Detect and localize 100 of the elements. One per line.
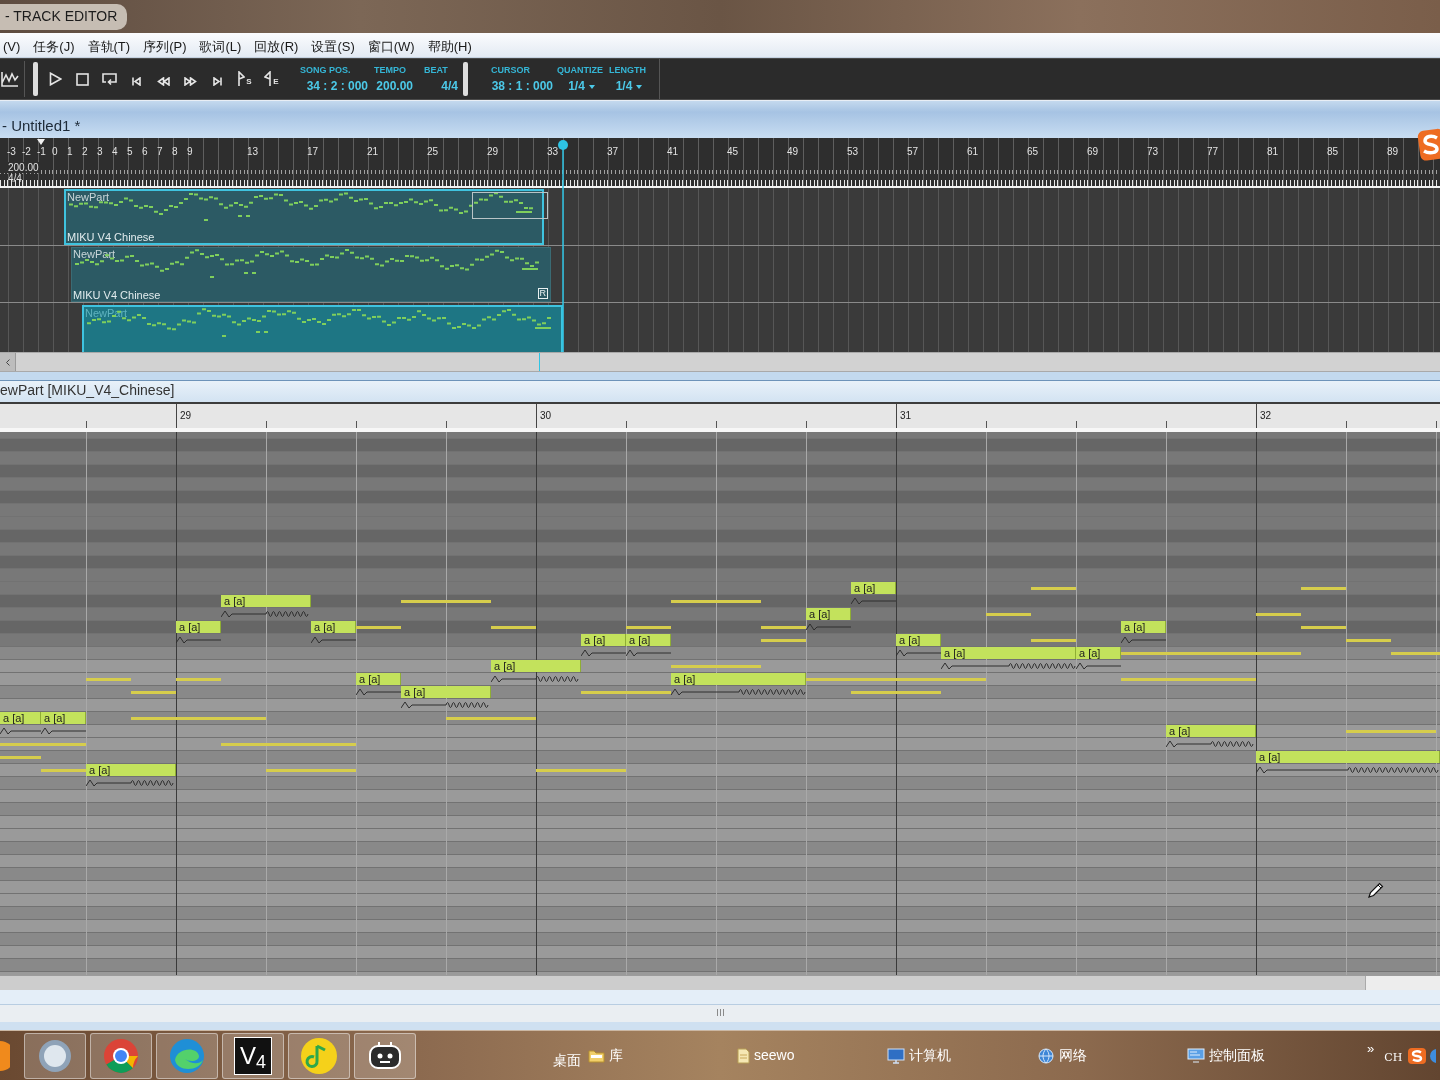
grip-handle[interactable] [463,62,468,96]
note-block[interactable]: a [a] [581,634,626,646]
menu-item[interactable]: 任务(J) [33,38,75,55]
note-block[interactable]: a [a] [41,712,86,724]
part-name: NewPart [85,307,128,319]
menu-item[interactable]: 窗口(W) [367,38,415,55]
grip-icon [716,1009,724,1016]
document-icon [737,1047,750,1064]
bar-number: 5 [127,146,133,157]
measure-number: 29 [180,410,192,421]
play-icon [49,72,62,86]
bar-number: 8 [172,146,178,157]
note-block[interactable]: a [a] [1166,725,1256,737]
language-indicator[interactable]: CH [1384,1050,1403,1067]
music-note-icon [300,1036,338,1075]
bar-number: 0 [52,146,58,157]
bar-number: 6 [142,146,148,157]
note-block[interactable]: a [a] [86,764,176,776]
bar-number: 25 [427,146,439,157]
fast-forward-icon [184,77,197,86]
note-block[interactable]: a [a] [671,673,806,685]
taskbar-button[interactable] [354,1032,416,1079]
note-block[interactable]: a [a] [221,595,311,607]
taskbar-link[interactable]: 桌面 [553,1050,581,1071]
start-marker-button[interactable]: S [231,66,258,92]
bar-number: -3 [7,146,16,157]
menu-item[interactable]: 歌词(L) [199,38,242,55]
note-block[interactable]: a [a] [176,621,221,633]
playhead[interactable] [557,139,569,352]
bar-number: 29 [487,146,499,157]
end-marker-button[interactable]: E [258,66,285,92]
menu-item[interactable]: 帮助(H) [427,38,472,55]
flag-icon [237,71,246,86]
part-block[interactable]: NewPart MIKU V4 Chinese [64,189,544,245]
taskbar-link[interactable]: 控制面板 [1187,1045,1265,1066]
editor-title: ewPart [MIKU_V4_Chinese] [0,382,175,399]
ghost-note-line [41,769,86,772]
dropdown[interactable]: 1/4 [568,80,595,93]
note-block[interactable]: a [a] [356,673,401,685]
note-block[interactable]: a [a] [1076,647,1121,659]
field-value: 38 : 1 : 000 [491,80,553,93]
ime-logo-icon[interactable] [1417,128,1440,162]
computer-icon [887,1047,905,1064]
bar-number: 21 [367,146,379,157]
scrollbar-thumb[interactable] [1365,976,1440,990]
bar-number: 9 [187,146,193,157]
tray-icon[interactable] [1430,1048,1437,1063]
piano-roll-grid[interactable]: a [a] a [a] a [a] a [a] a [a] a [a] a [a] a [a] a [a] a [a] a [a] a [a] a [a] a [a] a [a] a [a] a [a] a [a] a [a] a [a] [0,432,1440,975]
grip-handle[interactable] [33,62,38,96]
menu-item[interactable]: 序列(P) [143,38,187,55]
window-title: - TRACK EDITOR [0,3,128,30]
bar-number: 7 [157,146,163,157]
note-block[interactable]: a [a] [851,582,896,594]
menu-item[interactable]: 回放(R) [254,38,299,55]
note-block[interactable]: a [a] [0,712,41,724]
taskbar-link[interactable]: 网络 [1038,1045,1087,1066]
note-block[interactable]: a [a] [1121,621,1166,633]
note-block[interactable]: a [a] [896,634,941,646]
bar-number: 1 [67,146,73,157]
field-label: SONG POS. [300,65,352,75]
note-block[interactable]: a [a] [806,608,851,620]
horizontal-scrollbar[interactable] [0,975,1440,990]
note-block[interactable]: a [a] [626,634,671,646]
note-block[interactable]: a [a] [311,621,356,633]
field-value: 200.00 [376,80,413,93]
taskbar-link[interactable]: 计算机 [887,1045,951,1066]
ghost-note-line [1391,652,1440,655]
dropdown[interactable]: 1/4 [615,80,643,93]
bar-number: 81 [1267,146,1279,157]
tempo-value: 200.00 [0,161,39,173]
part-block[interactable]: NewPart MIKU V4 Chinese R [71,247,551,302]
caret-icon [636,84,643,89]
menu-item[interactable]: 音轨(T) [87,38,131,55]
overflow-button[interactable]: » [1367,1041,1375,1056]
skip-forward-icon [213,77,222,86]
note-block[interactable]: a [a] [491,660,581,672]
horizontal-scrollbar[interactable] [0,352,1440,372]
taskbar-link[interactable]: seewo [737,1045,795,1066]
ime-logo-icon[interactable] [1408,1047,1427,1064]
taskbar-button[interactable]: V$_{4}$ [222,1032,284,1079]
singer-label: MIKU V4 Chinese [73,289,161,301]
note-block[interactable]: a [a] [401,686,491,698]
bar-number: 45 [727,146,739,157]
note-block[interactable]: a [a] [1256,751,1440,763]
chevron-left-icon [5,358,10,366]
bar-number: 69 [1087,146,1099,157]
ghost-note-line [986,613,1031,616]
taskbar-link[interactable]: 库 [588,1045,623,1066]
ghost-note-line [626,626,671,629]
menu-item[interactable]: (V) [3,38,21,55]
skip-back-icon [132,77,141,86]
bar-number: 33 [547,146,559,157]
disc-icon [38,1038,72,1073]
note-block[interactable]: a [a] [941,647,1076,659]
menu-item[interactable]: 设置(S) [311,38,355,55]
field-value: 4/4 [441,80,458,93]
bar-number: 73 [1147,146,1159,157]
field-label: BEAT [424,65,449,75]
bar-number: -2 [22,146,31,157]
ghost-note-line [131,691,176,694]
